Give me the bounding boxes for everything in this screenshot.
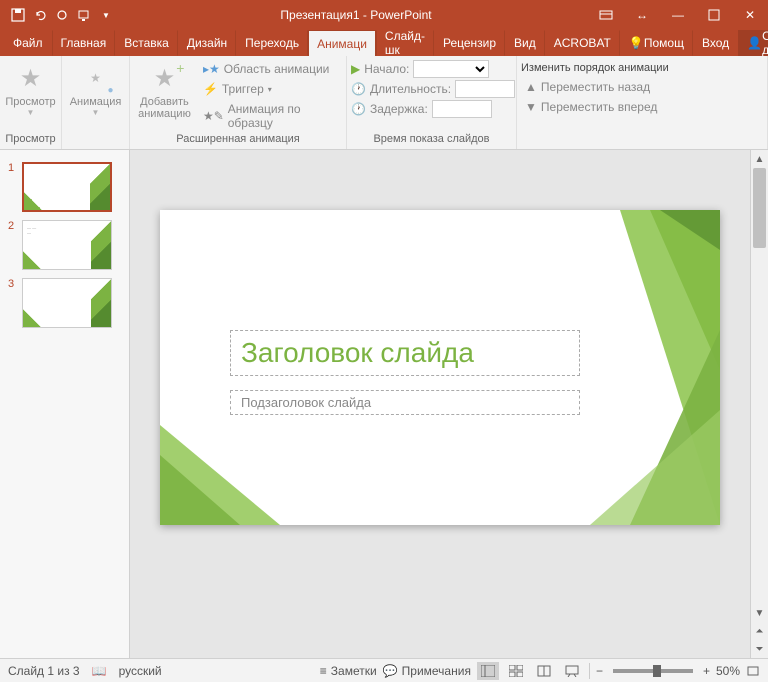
next-slide-icon[interactable]: ⏷ <box>751 640 768 658</box>
tab-signin[interactable]: Вход <box>693 30 738 56</box>
workspace: 1 2 — —— 3 Заголовок слайд <box>0 150 768 658</box>
preview-button[interactable]: ★ Просмотр ▼ <box>4 58 57 121</box>
duration-clock-icon: 🕐 <box>351 82 366 96</box>
touch-mode-icon[interactable]: ↔ <box>624 0 660 30</box>
animation-pane-button[interactable]: ▸★Область анимации <box>199 60 342 78</box>
title-placeholder[interactable]: Заголовок слайда <box>230 330 580 376</box>
tab-tell-me[interactable]: 💡Помощ <box>620 30 693 56</box>
notes-icon: ≡ <box>320 664 327 678</box>
chevron-down-icon: ▼ <box>92 108 100 117</box>
qat-dropdown-icon[interactable]: ▼ <box>98 7 114 23</box>
ribbon-display-icon[interactable] <box>588 0 624 30</box>
trigger-icon: ⚡ <box>203 82 218 96</box>
slideshow-view-icon[interactable] <box>561 662 583 680</box>
comments-icon: 💬 <box>383 664 398 678</box>
scroll-track[interactable] <box>751 168 768 604</box>
tab-design[interactable]: Дизайн <box>178 30 236 56</box>
tab-view[interactable]: Вид <box>505 30 545 56</box>
slide-decoration-left <box>160 425 280 525</box>
zoom-handle[interactable] <box>653 665 661 677</box>
group-animation: ★● Анимация ▼ <box>62 56 130 149</box>
subtitle-placeholder[interactable]: Подзаголовок слайда <box>230 390 580 415</box>
group-preview: ★ Просмотр ▼ Просмотр <box>0 56 62 149</box>
zoom-slider[interactable] <box>613 669 693 673</box>
pane-icon: ▸★ <box>203 62 220 76</box>
tab-transitions[interactable]: Переходь <box>236 30 308 56</box>
tab-review[interactable]: Рецензир <box>434 30 505 56</box>
start-select[interactable] <box>413 60 489 78</box>
spellcheck-icon[interactable]: 📖 <box>92 664 107 678</box>
minimize-icon[interactable]: — <box>660 0 696 30</box>
animation-painter-button[interactable]: ★✎Анимация по образцу <box>199 100 342 132</box>
scroll-up-icon[interactable]: ▲ <box>751 150 768 168</box>
tab-slideshow[interactable]: Слайд-шк <box>376 30 434 56</box>
group-timing: ▶Начало: 🕐Длительность: 🕐Задержка: Время… <box>347 56 517 149</box>
lightbulb-icon: 💡 <box>629 36 644 50</box>
save-icon[interactable] <box>10 7 26 23</box>
group-advanced-animation: ★+ Добавить анимацию ▸★Область анимации … <box>130 56 347 149</box>
language[interactable]: русский <box>119 664 162 678</box>
move-later-button[interactable]: ▼Переместить вперед <box>521 98 669 116</box>
comments-button[interactable]: 💬Примечания <box>383 664 471 678</box>
tab-file[interactable]: Файл <box>4 30 52 56</box>
animation-gallery-button[interactable]: ★● Анимация ▼ <box>66 58 125 121</box>
delay-clock-icon: 🕐 <box>351 102 366 116</box>
window-title: Презентация1 - PowerPoint <box>124 8 588 22</box>
redo-icon[interactable] <box>54 7 70 23</box>
reading-view-icon[interactable] <box>533 662 555 680</box>
tab-share[interactable]: 👤 Общий доступ <box>738 30 768 56</box>
titlebar: ▼ Презентация1 - PowerPoint ↔ — ✕ <box>0 0 768 30</box>
ribbon: ★ Просмотр ▼ Просмотр ★● Анимация ▼ ★+ Д… <box>0 56 768 150</box>
slide-decoration-right <box>590 210 720 525</box>
scroll-thumb[interactable] <box>753 168 766 248</box>
tab-insert[interactable]: Вставка <box>115 30 178 56</box>
slide-thumbnails-panel[interactable]: 1 2 — —— 3 <box>0 150 130 658</box>
scroll-down-icon[interactable]: ▼ <box>751 604 768 622</box>
move-earlier-button[interactable]: ▲Переместить назад <box>521 78 669 96</box>
arrow-up-icon: ▲ <box>525 80 537 94</box>
notes-button[interactable]: ≡Заметки <box>320 664 377 678</box>
zoom-out-button[interactable]: − <box>596 664 603 678</box>
tab-acrobat[interactable]: ACROBAT <box>545 30 620 56</box>
thumbnail-2[interactable]: 2 — —— <box>0 216 129 274</box>
fit-to-window-icon[interactable] <box>746 665 760 677</box>
trigger-button[interactable]: ⚡Триггер▾ <box>199 80 342 98</box>
undo-icon[interactable] <box>32 7 48 23</box>
normal-view-icon[interactable] <box>477 662 499 680</box>
zoom-in-button[interactable]: + <box>703 664 710 678</box>
subtitle-text: Подзаголовок слайда <box>241 395 569 410</box>
duration-input[interactable] <box>455 80 515 98</box>
statusbar: Слайд 1 из 3 📖 русский ≡Заметки 💬Примеча… <box>0 658 768 682</box>
chevron-down-icon: ▾ <box>268 85 272 94</box>
window-controls: ↔ — ✕ <box>588 0 768 30</box>
add-animation-button[interactable]: ★+ Добавить анимацию <box>134 58 195 124</box>
group-reorder: Изменить порядок анимации ▲Переместить н… <box>517 56 768 149</box>
vertical-scrollbar[interactable]: ▲ ▼ ⏶ ⏷ <box>750 150 768 658</box>
slide-count[interactable]: Слайд 1 из 3 <box>8 664 80 678</box>
tab-animations[interactable]: Анимаци <box>308 30 376 56</box>
person-icon: 👤 <box>747 36 762 50</box>
painter-icon: ★✎ <box>203 109 224 123</box>
maximize-icon[interactable] <box>696 0 732 30</box>
sorter-view-icon[interactable] <box>505 662 527 680</box>
ribbon-tabs: Файл Главная Вставка Дизайн Переходь Ани… <box>0 30 768 56</box>
thumbnail-1[interactable]: 1 <box>0 158 129 216</box>
start-from-beginning-icon[interactable] <box>76 7 92 23</box>
star-play-icon: ★ <box>15 62 47 94</box>
tab-home[interactable]: Главная <box>52 30 116 56</box>
delay-input[interactable] <box>432 100 492 118</box>
title-text: Заголовок слайда <box>241 337 569 369</box>
close-icon[interactable]: ✕ <box>732 0 768 30</box>
arrow-down-icon: ▼ <box>525 100 537 114</box>
animation-star-icon: ★● <box>80 62 112 94</box>
slide: Заголовок слайда Подзаголовок слайда <box>160 210 720 525</box>
add-star-icon: ★+ <box>148 62 180 94</box>
quick-access-toolbar: ▼ <box>0 7 124 23</box>
thumbnail-3[interactable]: 3 <box>0 274 129 332</box>
slide-canvas[interactable]: Заголовок слайда Подзаголовок слайда <box>130 150 750 658</box>
prev-slide-icon[interactable]: ⏶ <box>751 622 768 640</box>
start-play-icon: ▶ <box>351 62 360 76</box>
chevron-down-icon: ▼ <box>27 108 35 117</box>
zoom-level[interactable]: 50% <box>716 664 740 678</box>
